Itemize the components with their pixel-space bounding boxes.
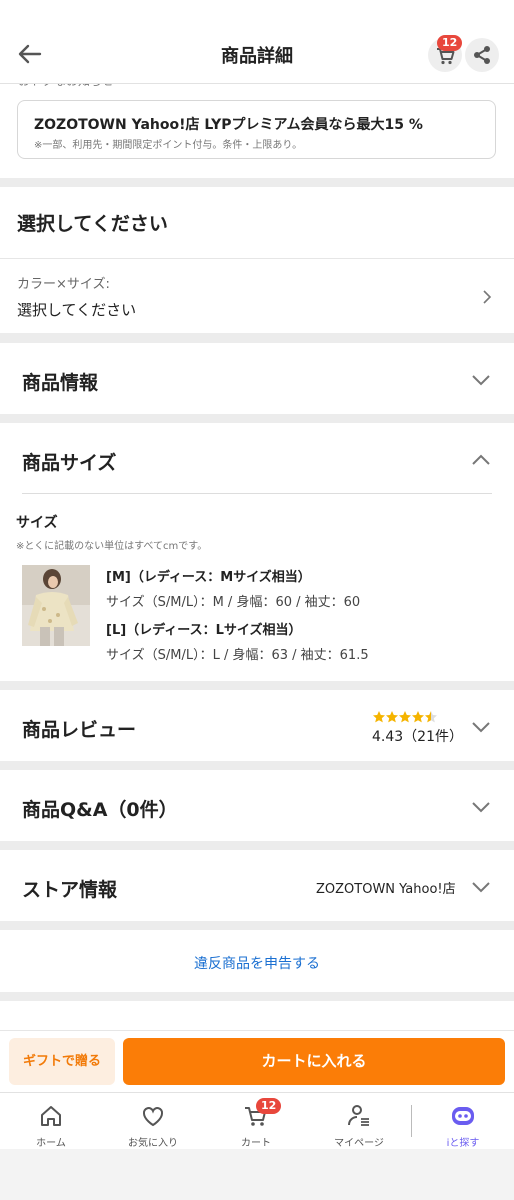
option-value: 選択してください xyxy=(17,301,137,319)
add-to-cart-button[interactable]: カートに入れる xyxy=(123,1038,505,1085)
size-heading: サイズ xyxy=(16,515,58,531)
tab-label: お気に入り xyxy=(128,1138,178,1149)
tab-mypage[interactable]: マイページ xyxy=(308,1093,410,1149)
product-info-title: 商品情報 xyxy=(22,372,99,394)
chevron-right-icon xyxy=(483,290,492,304)
spacer xyxy=(0,1001,514,1031)
tab-home[interactable]: ホーム xyxy=(0,1093,102,1149)
action-bar: ギフトで贈る カートに入れる xyxy=(0,1030,514,1092)
tab-label: ホーム xyxy=(36,1138,66,1149)
review-summary: 4.43（21件） xyxy=(372,729,463,745)
tab-ai-search[interactable]: iと探す xyxy=(412,1093,514,1149)
chevron-down-icon xyxy=(472,722,490,733)
tab-favorites[interactable]: お気に入り xyxy=(102,1093,204,1149)
store-name: ZOZOTOWN Yahoo!店 xyxy=(316,882,456,897)
promo-title: ZOZOTOWN Yahoo!店 LYPプレミアム会員なら最大15 % xyxy=(34,117,423,133)
size-row-detail: サイズ（S/M/L）：L / 身幅：63 / 袖丈：61.5 xyxy=(106,648,369,663)
gift-button[interactable]: ギフトで贈る xyxy=(9,1038,115,1085)
home-icon xyxy=(41,1106,61,1126)
promo-section: おトクなお知らせ ZOZOTOWN Yahoo!店 LYPプレミアム会員なら最大… xyxy=(0,74,514,178)
divider xyxy=(22,493,492,494)
cart-count-badge: 12 xyxy=(256,1098,282,1114)
share-icon xyxy=(474,46,490,64)
product-info-section[interactable]: 商品情報 xyxy=(0,343,514,414)
store-section[interactable]: ストア情報 ZOZOTOWN Yahoo!店 xyxy=(0,850,514,921)
system-nav-area xyxy=(0,1149,514,1200)
selection-heading: 選択してください xyxy=(17,213,168,235)
header-cart-button[interactable]: 12 xyxy=(428,35,463,72)
qa-title: 商品Q&A（0件） xyxy=(22,799,178,821)
tab-cart[interactable]: 12 カート xyxy=(205,1093,307,1149)
size-row-title: [M]（レディース：Mサイズ相当） xyxy=(106,570,311,585)
promo-note: ※一部、利用先・期間限定ポイント付与。条件・上限あり。 xyxy=(34,140,303,151)
option-label: カラー×サイズ: xyxy=(17,277,110,292)
chevron-down-icon xyxy=(472,882,490,893)
tab-label: カート xyxy=(241,1138,271,1149)
chevron-up-icon xyxy=(472,454,490,465)
review-title: 商品レビュー xyxy=(22,719,137,741)
user-icon xyxy=(348,1105,369,1126)
size-row-title: [L]（レディース：Lサイズ相当） xyxy=(106,623,302,638)
star-rating-icon xyxy=(373,711,437,723)
product-size-title: 商品サイズ xyxy=(22,452,117,474)
promo-card[interactable]: ZOZOTOWN Yahoo!店 LYPプレミアム会員なら最大15 % ※一部、… xyxy=(17,100,496,159)
heart-icon xyxy=(142,1107,164,1127)
color-size-selector[interactable]: カラー×サイズ: 選択してください xyxy=(0,259,514,333)
ai-assistant-icon xyxy=(452,1107,474,1125)
size-row-detail: サイズ（S/M/L）：M / 身幅：60 / 袖丈：60 xyxy=(106,595,361,610)
size-note: ※とくに記載のない単位はすべてcmです。 xyxy=(16,541,208,552)
store-title: ストア情報 xyxy=(22,879,118,901)
selection-section: 選択してください カラー×サイズ: 選択してください xyxy=(0,187,514,333)
report-link[interactable]: 違反商品を申告する xyxy=(0,953,514,973)
product-size-header[interactable]: 商品サイズ xyxy=(0,423,514,493)
product-thumbnail[interactable] xyxy=(22,565,90,646)
share-button[interactable] xyxy=(465,38,499,72)
chevron-down-icon xyxy=(472,375,490,386)
bottom-tab-bar: ホーム お気に入り 12 カート マイページ iと探す xyxy=(0,1092,514,1149)
tab-label: マイページ xyxy=(334,1138,384,1149)
app-header: 商品詳細 12 xyxy=(0,0,514,84)
cart-count-badge: 12 xyxy=(437,35,463,51)
tab-label: iと探す xyxy=(446,1138,480,1149)
chevron-down-icon xyxy=(472,802,490,813)
qa-section[interactable]: 商品Q&A（0件） xyxy=(0,770,514,841)
